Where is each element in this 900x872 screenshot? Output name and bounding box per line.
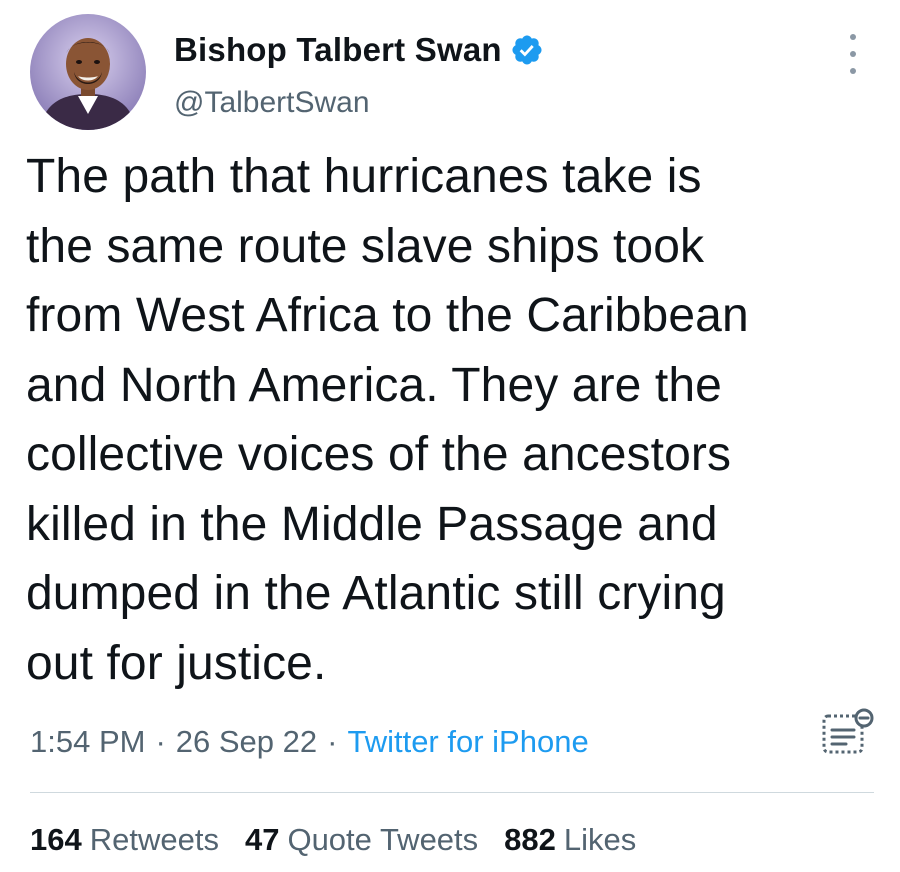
- retweets-label: Retweets: [89, 822, 219, 857]
- verified-badge-icon: [510, 33, 544, 67]
- more-vertical-icon[interactable]: [843, 34, 863, 74]
- tweet-date[interactable]: 26 Sep 22: [176, 724, 317, 760]
- tweet-meta: 1:54 PM · 26 Sep 22 · Twitter for iPhone: [30, 720, 589, 764]
- retweets-count: 164: [30, 822, 82, 857]
- quote-tweets-label: Quote Tweets: [287, 822, 479, 857]
- meta-separator: ·: [155, 724, 166, 759]
- tweet-text: The path that hurricanes take is the sam…: [26, 150, 749, 690]
- quote-tweets-count: 47: [244, 822, 280, 857]
- author-name-row: Bishop Talbert Swan: [174, 28, 544, 72]
- retweets-stat[interactable]: 164 Retweets: [30, 822, 219, 858]
- more-dot: [850, 68, 856, 74]
- engagement-stats: 164 Retweets 47 Quote Tweets 882 Likes: [30, 818, 662, 862]
- quote-tweets-stat[interactable]: 47 Quote Tweets: [245, 822, 478, 858]
- divider: [30, 792, 874, 793]
- more-dot: [850, 34, 856, 40]
- likes-stat[interactable]: 882 Likes: [504, 822, 636, 858]
- likes-label: Likes: [563, 822, 637, 857]
- author-display-name[interactable]: Bishop Talbert Swan: [174, 31, 502, 69]
- tweet-time[interactable]: 1:54 PM: [30, 724, 145, 760]
- more-dot: [850, 51, 856, 57]
- author-handle[interactable]: @TalbertSwan: [174, 86, 370, 120]
- tweet-source-link[interactable]: Twitter for iPhone: [347, 724, 588, 760]
- meta-separator: ·: [327, 724, 338, 759]
- profile-photo: [30, 14, 146, 130]
- avatar[interactable]: [30, 14, 146, 130]
- likes-count: 882: [504, 822, 556, 857]
- view-analytics-icon[interactable]: [820, 706, 876, 756]
